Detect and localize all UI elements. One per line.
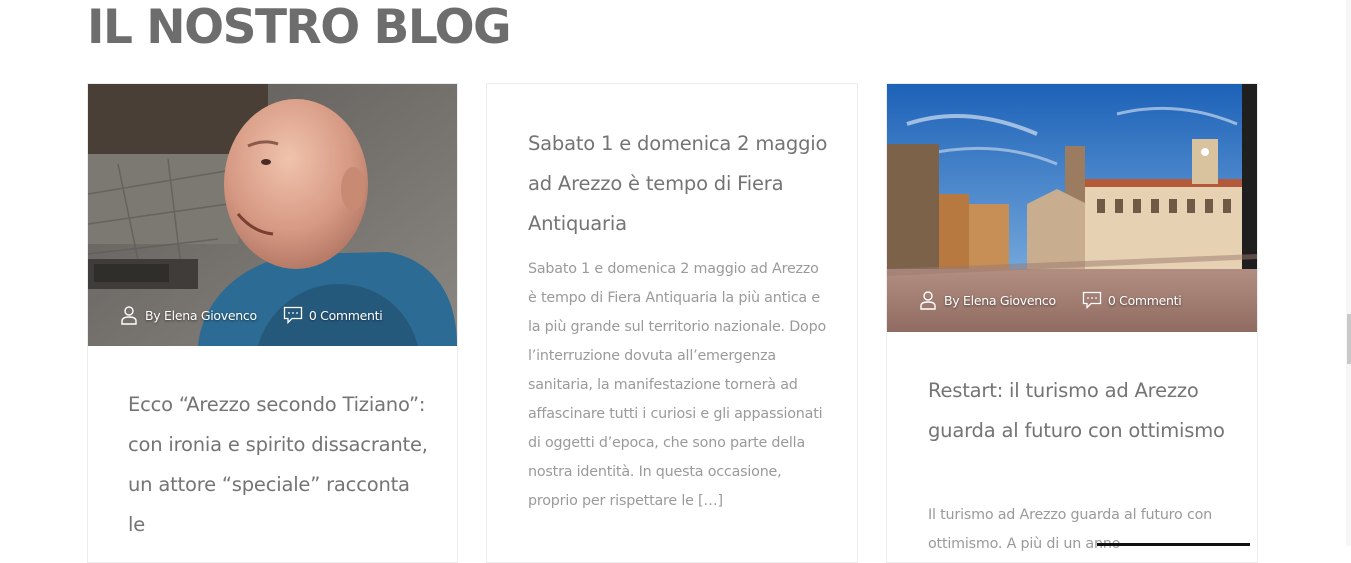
post-excerpt: Sabato 1 e domenica 2 maggio ad Arezzo è… [528, 261, 827, 509]
comment-icon [1082, 290, 1102, 310]
post-image-portrait[interactable]: By Elena Giovenco 0 Commenti [88, 84, 457, 346]
post-comments-count[interactable]: 0 Commenti [309, 308, 383, 323]
comment-icon [283, 305, 303, 325]
post-title[interactable]: Ecco “Arezzo secondo Tiziano”: con ironi… [128, 385, 428, 545]
blog-post-card: By Elena Giovenco 0 Commenti Ecco “Arezz… [87, 83, 458, 563]
user-icon [119, 305, 139, 325]
post-title[interactable]: Sabato 1 e domenica 2 maggio ad Arezzo è… [528, 124, 828, 244]
blog-post-card: Sabato 1 e domenica 2 maggio ad Arezzo è… [486, 83, 858, 563]
post-image-piazza[interactable]: By Elena Giovenco 0 Commenti [887, 84, 1257, 332]
scrollbar[interactable] [1346, 0, 1351, 546]
scrollbar-thumb[interactable] [1347, 314, 1351, 364]
post-author[interactable]: By Elena Giovenco [944, 293, 1056, 308]
user-icon [918, 290, 938, 310]
post-meta: By Elena Giovenco 0 Commenti [918, 290, 1182, 310]
post-meta: By Elena Giovenco 0 Commenti [119, 305, 383, 325]
post-author[interactable]: By Elena Giovenco [145, 308, 257, 323]
post-excerpt: Il turismo ad Arezzo guarda al futuro co… [928, 507, 1213, 552]
section-title: IL NOSTRO BLOG [87, 0, 512, 55]
blog-post-card: By Elena Giovenco 0 Commenti Restart: il… [886, 83, 1258, 563]
post-comments-count[interactable]: 0 Commenti [1108, 293, 1182, 308]
post-title[interactable]: Restart: il turismo ad Arezzo guarda al … [928, 371, 1238, 451]
